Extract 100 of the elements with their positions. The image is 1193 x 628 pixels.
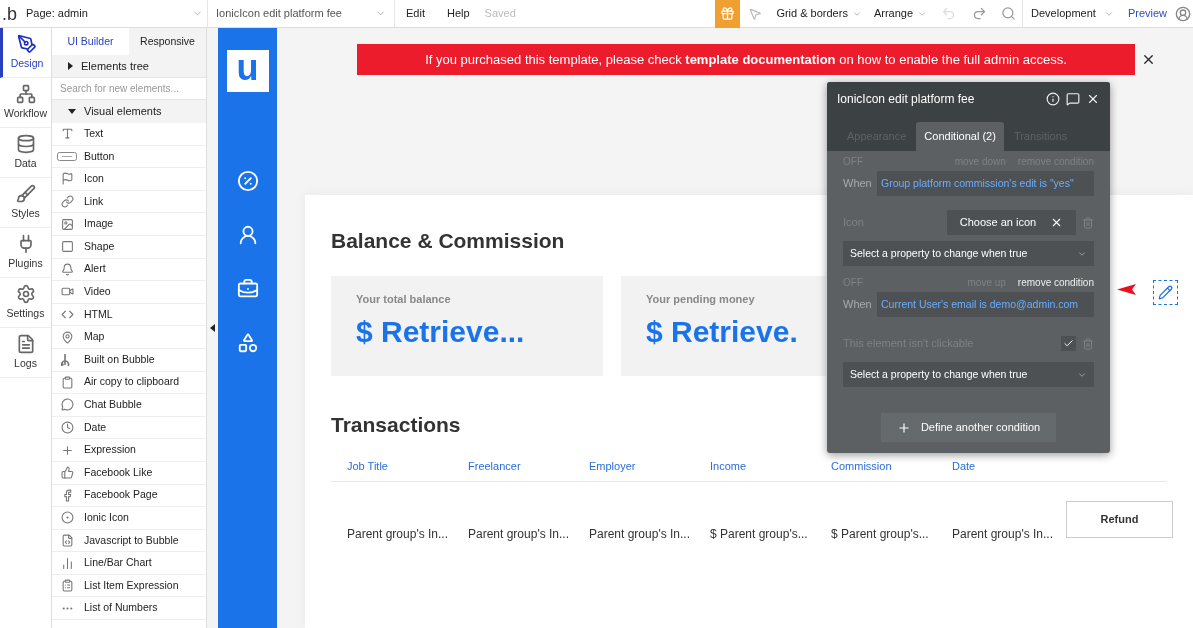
search-icon[interactable] [1001,6,1017,21]
element-item[interactable]: Javascript to Bubble [52,529,206,553]
column-header[interactable]: Income [710,458,831,481]
element-item[interactable]: Alert [52,258,206,282]
plus-icon [896,420,911,435]
element-item[interactable]: Image [52,213,206,236]
comment-icon[interactable] [1066,92,1080,106]
property-select[interactable]: Select a property to change when true [843,241,1094,266]
code-file-icon [60,534,74,547]
rail-tab[interactable]: Plugins [0,228,51,278]
clipboard-icon [60,375,74,389]
rail-tab[interactable]: Styles [0,178,51,228]
flag-icon [60,172,74,186]
caret-icon [68,109,76,114]
gift-icon [720,6,736,21]
close-icon[interactable] [1086,92,1100,106]
panel-tab[interactable]: Responsive [129,28,206,55]
shape-icon [60,240,74,254]
toolbar-dropdown[interactable]: Arrange [867,0,934,27]
redo-icon[interactable] [972,6,988,21]
element-item[interactable]: Link [52,190,206,214]
element-item[interactable]: List Item Expression [52,574,206,598]
element-item[interactable]: Map [52,326,206,349]
bubble-logo[interactable]: .b [0,4,22,23]
element-item[interactable]: HTML [52,303,206,327]
remove-condition-link[interactable]: remove condition [1017,274,1094,290]
close-icon[interactable] [1141,52,1156,67]
bell-icon [60,262,74,276]
element-item[interactable]: Air copy to clipboard [52,371,206,395]
refund-button[interactable]: Refund [1066,500,1173,538]
column-header[interactable]: Date [952,458,1073,481]
condition-expression[interactable]: Group platform commission's edit is "yes" [877,171,1094,196]
pointer-arrow-icon [1117,284,1136,295]
element-item[interactable]: List of Numbers [52,597,206,621]
chat-icon [60,398,74,412]
section-header[interactable]: Visual elements [52,100,206,123]
section-header[interactable]: Elements tree [52,55,206,78]
element-item[interactable]: Expression [52,439,206,462]
percent-icon[interactable] [236,170,259,192]
element-selector[interactable]: IonicIcon edit platform fee [208,0,395,27]
settings-icon [15,283,36,304]
balance-label: Your total balance [356,291,451,307]
info-icon[interactable] [1046,92,1060,106]
column-header[interactable]: Job Title [347,458,468,481]
element-item[interactable]: Shape [52,235,206,259]
element-item[interactable]: Line/Bar Chart [52,552,206,575]
condition-expression[interactable]: Current User's email is demo@admin.com [877,292,1094,317]
menu-item[interactable]: Help [435,0,481,27]
when-label: When [843,176,873,192]
column-header[interactable]: Employer [589,458,710,481]
rail-tab[interactable]: Settings [0,278,51,328]
menu-item[interactable]: Edit [395,0,436,27]
link-icon [60,195,74,209]
map-pin-icon [60,330,74,344]
element-item[interactable]: Facebook Like [52,461,206,485]
table-cell-text: Parent group's In... [468,526,570,543]
rail-tab[interactable]: Logs [0,328,51,378]
element-item[interactable]: Button [52,145,206,169]
caret-icon [68,62,73,70]
briefcase-icon[interactable] [236,278,259,300]
shapes-icon[interactable] [236,332,259,354]
image-icon [60,217,74,231]
popup-tab[interactable]: Conditional (2) [916,122,1004,151]
list-icon [60,579,74,593]
preview-link[interactable]: Preview [1121,5,1173,22]
table-cell-text: $ Parent group's... [831,526,930,543]
element-item[interactable]: Icon [52,168,206,191]
text-icon [60,127,74,141]
element-item[interactable]: Video [52,281,206,304]
element-item[interactable]: Facebook Page [52,484,206,508]
element-item[interactable]: Text [52,123,206,146]
mode-dropdown[interactable]: Development [1022,0,1122,27]
icon-chooser[interactable]: Choose an icon [947,210,1076,235]
when-label: When [843,297,873,313]
column-header[interactable]: Freelancer [468,458,589,481]
define-condition-button[interactable]: Define another condition [881,413,1056,442]
app-logo[interactable]: u [226,50,269,92]
section-title: Transactions [331,411,461,438]
element-item[interactable]: Built on Bubble [52,348,206,372]
balance-label: Your pending money [646,291,755,307]
rail-tab[interactable]: Workflow [0,78,51,128]
element-item[interactable]: Date [52,416,206,440]
clock-icon [60,421,74,434]
button-icon [57,151,77,161]
rail-tab[interactable]: Data [0,128,51,178]
toolbar-dropdown[interactable]: Grid & borders [770,0,868,27]
balance-value: $ Retrieve. [646,314,798,350]
sitemap-icon [15,83,36,104]
selected-element[interactable] [1153,280,1178,305]
element-item[interactable]: Chat Bubble [52,394,206,417]
search-field[interactable]: Search for new elements... [52,78,206,100]
property-select[interactable]: Select a property to change when true [843,362,1094,387]
checkbox[interactable] [1061,336,1076,351]
element-item[interactable]: Ionic Icon [52,507,206,530]
avatar-icon[interactable] [1175,5,1191,22]
table-cell-text: $ Parent group's... [710,526,809,543]
brush-icon [15,183,36,204]
column-header[interactable]: Commission [831,458,952,481]
page-selector[interactable]: Page: admin [22,0,208,27]
section-title: Balance & Commission [331,228,565,254]
